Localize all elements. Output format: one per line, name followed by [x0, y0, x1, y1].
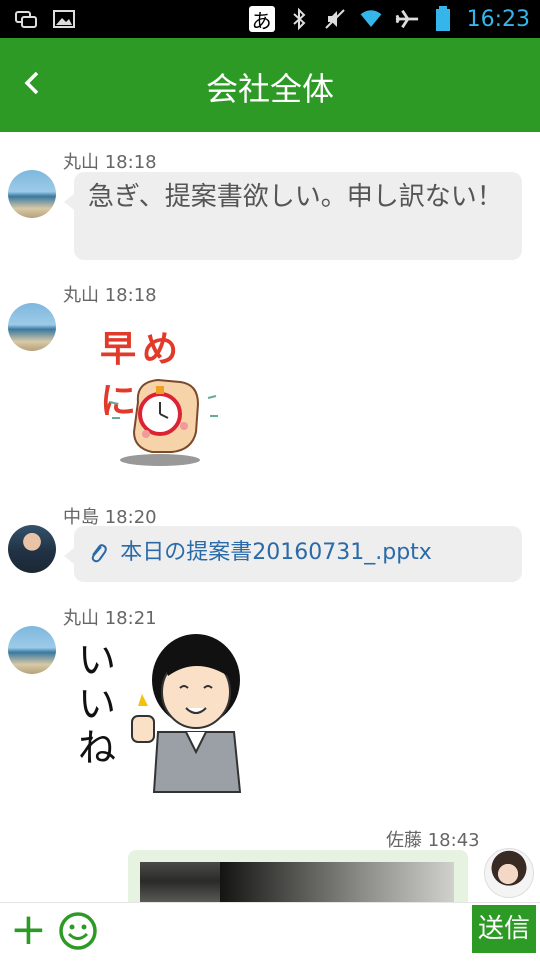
message-meta: 丸山 18:21	[63, 604, 157, 630]
sticker-hurry[interactable]: 早めに！	[88, 314, 248, 474]
message-time: 18:43	[427, 830, 480, 851]
status-bar: あ 16:23	[0, 0, 540, 38]
message-time: 18:21	[104, 608, 157, 629]
message-meta: 丸山 18:18	[63, 281, 157, 307]
plus-icon[interactable]: +	[10, 908, 47, 953]
message-meta: 佐藤 18:43	[386, 826, 480, 852]
message-text: 急ぎ、提案書欲しい。申し訳ない！	[88, 182, 503, 212]
avatar[interactable]	[8, 626, 56, 674]
sender-name: 中島	[63, 507, 99, 528]
message-time: 18:20	[104, 507, 157, 528]
file-message-bubble[interactable]: 本日の提案書20160731_.pptx	[64, 526, 522, 582]
message-input[interactable]	[112, 913, 466, 953]
avatar[interactable]	[8, 525, 56, 573]
message-time: 18:18	[104, 152, 157, 173]
sender-name: 佐藤	[386, 830, 422, 851]
mute-icon	[323, 7, 347, 31]
bluetooth-icon	[287, 7, 311, 31]
app-bar: 会社全体	[0, 38, 540, 132]
file-link[interactable]: 本日の提案書20160731_.pptx	[120, 540, 432, 565]
message-meta: 丸山 18:18	[63, 148, 157, 174]
clock: 16:23	[466, 6, 530, 32]
send-button[interactable]: 送信	[472, 905, 536, 953]
airplane-icon	[395, 7, 419, 31]
sender-name: 丸山	[63, 608, 99, 629]
sender-name: 丸山	[63, 285, 99, 306]
ime-indicator: あ	[248, 6, 275, 33]
message-time: 18:18	[104, 285, 157, 306]
sticker-text: いいね	[78, 638, 117, 770]
message-bubble[interactable]: 急ぎ、提案書欲しい。申し訳ない！	[64, 172, 522, 260]
page-title: 会社全体	[205, 70, 334, 108]
message-input-bar: + 送信	[0, 902, 540, 961]
attachment-icon	[88, 540, 108, 564]
avatar[interactable]	[8, 170, 56, 218]
sticker-iine[interactable]: いいね	[74, 630, 254, 804]
businessman-thumbs-up-sticker-icon	[131, 634, 242, 793]
avatar[interactable]	[484, 848, 534, 898]
screen-cast-icon	[14, 7, 38, 31]
emoji-icon[interactable]	[58, 911, 98, 951]
thumbs-clock-sticker-icon	[109, 378, 218, 466]
sender-name: 丸山	[63, 152, 99, 173]
wifi-icon	[359, 7, 383, 31]
battery-icon	[431, 6, 455, 31]
image-message-bubble[interactable]	[128, 850, 468, 910]
gallery-icon	[52, 7, 76, 31]
avatar[interactable]	[8, 303, 56, 351]
